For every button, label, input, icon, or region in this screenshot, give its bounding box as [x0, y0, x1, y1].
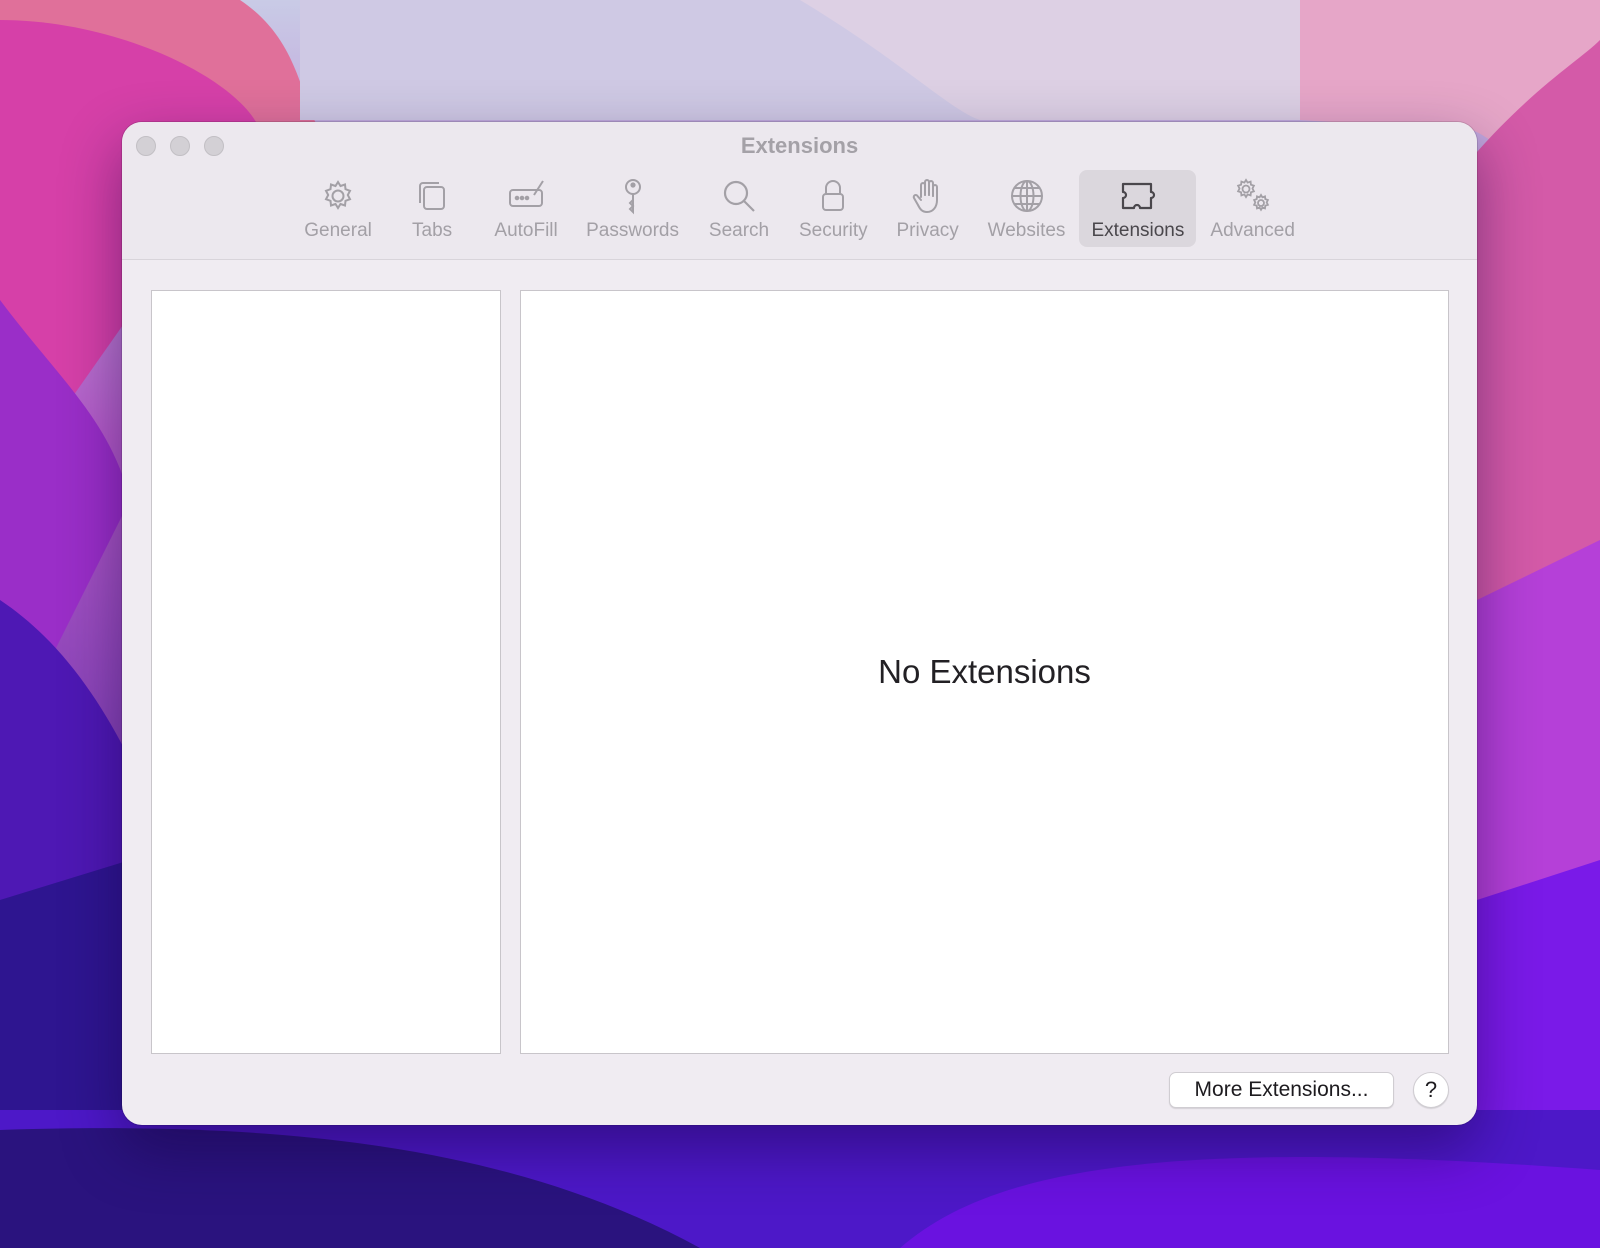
tab-extensions[interactable]: Extensions — [1079, 170, 1197, 247]
tab-search[interactable]: Search — [693, 170, 785, 247]
extensions-list[interactable] — [151, 290, 501, 1054]
tab-autofill[interactable]: AutoFill — [480, 170, 572, 247]
tab-label: Security — [799, 220, 868, 241]
help-button[interactable]: ? — [1413, 1072, 1449, 1108]
magnifier-icon — [719, 176, 759, 216]
tab-privacy[interactable]: Privacy — [882, 170, 974, 247]
preferences-window: Extensions General Tabs AutoFill Passwor… — [122, 122, 1477, 1125]
tab-security[interactable]: Security — [787, 170, 880, 247]
gear-icon — [318, 176, 358, 216]
key-icon — [613, 176, 653, 216]
puzzle-icon — [1118, 176, 1158, 216]
empty-state-message: No Extensions — [878, 653, 1091, 690]
extension-details: No Extensions — [520, 290, 1449, 1054]
hand-icon — [908, 176, 948, 216]
tab-label: AutoFill — [494, 220, 558, 241]
tab-label: Privacy — [896, 220, 959, 241]
tab-label: Websites — [987, 220, 1066, 241]
tabs-icon — [412, 176, 452, 216]
tab-general[interactable]: General — [292, 170, 384, 247]
lock-icon — [813, 176, 853, 216]
window-title: Extensions — [740, 133, 859, 158]
tab-label: Extensions — [1091, 220, 1185, 241]
preferences-toolbar: General Tabs AutoFill Passwords Search S… — [122, 170, 1477, 250]
tab-label: General — [304, 220, 372, 241]
more-extensions-button[interactable]: More Extensions... — [1169, 1072, 1394, 1108]
tab-label: Tabs — [412, 220, 453, 241]
tab-advanced[interactable]: Advanced — [1198, 170, 1307, 247]
tab-label: Advanced — [1210, 220, 1295, 241]
tab-tabs[interactable]: Tabs — [386, 170, 478, 247]
globe-icon — [1007, 176, 1047, 216]
titlebar: Extensions General Tabs AutoFill Passwor… — [122, 122, 1477, 260]
tab-label: Search — [708, 220, 770, 241]
autofill-icon — [506, 176, 546, 216]
gears-icon — [1233, 176, 1273, 216]
tab-passwords[interactable]: Passwords — [574, 170, 691, 247]
tab-websites[interactable]: Websites — [976, 170, 1078, 247]
tab-label: Passwords — [586, 220, 679, 241]
